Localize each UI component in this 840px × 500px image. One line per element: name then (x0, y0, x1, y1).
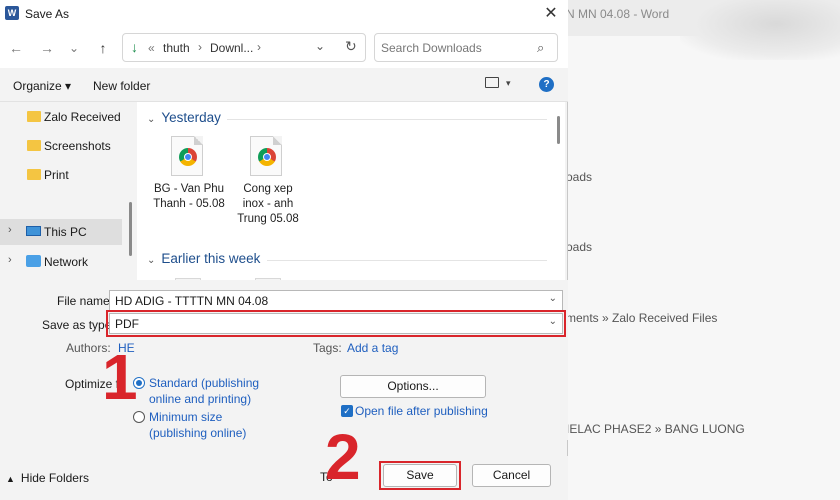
address-bar[interactable]: ↓ « thuth › Downl... › ⌄ ↻ (122, 33, 366, 62)
breadcrumb-chevron-icon[interactable]: › (257, 40, 261, 54)
command-toolbar: Organize ▾ New folder ▾ ? (0, 68, 568, 102)
nav-item-label: Network (44, 255, 89, 269)
recent-location-item[interactable]: IELAC PHASE2 » BANG LUONG (566, 422, 745, 436)
nav-pane-scrollbar[interactable] (129, 202, 132, 256)
refresh-icon[interactable]: ↻ (345, 38, 357, 55)
address-dropdown-icon[interactable]: ⌄ (315, 39, 325, 53)
group-header-label: Yesterday (161, 110, 221, 125)
save-as-type-label: Save as type: (42, 318, 115, 332)
minimum-size-option-label[interactable]: Minimum size (publishing online) (149, 409, 269, 441)
expand-chevron-icon[interactable]: › (8, 224, 12, 236)
nav-item-label: This PC (44, 225, 87, 239)
word-background-decoration (680, 0, 840, 60)
tags-label: Tags: (313, 341, 342, 355)
group-header-earlier-this-week[interactable]: ⌄ Earlier this week (147, 251, 260, 266)
step-2-annotation: 2 (325, 421, 361, 493)
recent-location-item[interactable]: oads (566, 240, 592, 254)
file-name-value[interactable]: HD ADIG - TTTTN MN 04.08 (115, 294, 268, 308)
recent-locations-chevron-icon[interactable]: ⌄ (64, 38, 84, 58)
navigation-bar: ← → ⌄ ↑ ↓ « thuth › Downl... › ⌄ ↻ ⌕ (0, 28, 568, 68)
group-header-yesterday[interactable]: ⌄ Yesterday (147, 110, 221, 125)
navigation-pane: Zalo Received Fil Screenshots Print › Th… (0, 102, 136, 280)
nav-item-print[interactable]: Print (0, 162, 122, 188)
nav-item-screenshots[interactable]: Screenshots (0, 133, 122, 159)
breadcrumb-chevron-icon[interactable]: › (198, 40, 202, 54)
view-dropdown-icon[interactable]: ▾ (506, 78, 511, 89)
word-window-title: N MN 04.08 - Word (566, 7, 670, 21)
nav-item-network[interactable]: › Network (0, 249, 122, 275)
nav-item-this-pc[interactable]: › This PC (0, 219, 122, 245)
tags-input[interactable]: Add a tag (347, 341, 398, 355)
file-pane-scrollbar[interactable] (557, 116, 560, 144)
folder-icon (27, 140, 41, 151)
network-icon (26, 255, 41, 267)
file-list-pane: ⌄ Yesterday BG - Van Phu Thanh - 05.08 Co… (137, 102, 565, 280)
nav-item-label: Zalo Received Fil (44, 110, 122, 124)
open-after-publishing-label[interactable]: Open file after publishing (355, 404, 488, 418)
chevron-down-icon[interactable]: ⌄ (549, 293, 557, 304)
dialog-title: Save As (25, 7, 70, 21)
breadcrumb-item[interactable]: thuth (163, 41, 190, 55)
recent-location-item[interactable]: ments » Zalo Received Files (566, 311, 717, 325)
view-options-icon[interactable] (485, 77, 499, 88)
standard-option-label[interactable]: Standard (publishing online and printing… (149, 375, 269, 407)
up-arrow-icon[interactable]: ↑ (93, 38, 113, 58)
html-document-icon (171, 136, 203, 176)
file-name: Cong xep inox - anh Trung 05.08 (237, 183, 299, 225)
group-header-label: Earlier this week (161, 251, 261, 266)
hide-folders-button[interactable]: ▲ Hide Folders (6, 471, 89, 485)
chrome-icon (258, 148, 276, 166)
close-icon[interactable]: ✕ (540, 3, 562, 25)
search-icon[interactable]: ⌕ (537, 40, 544, 56)
group-divider (227, 119, 547, 120)
collapse-chevron-icon[interactable]: ⌄ (147, 114, 155, 125)
file-name: BG - Van Phu Thanh - 05.08 (153, 183, 225, 210)
back-arrow-icon[interactable]: ← (6, 38, 26, 58)
save-as-dialog: W Save As ✕ ← → ⌄ ↑ ↓ « thuth › Downl...… (0, 0, 568, 500)
expand-chevron-icon[interactable]: › (8, 254, 12, 266)
chrome-icon (179, 148, 197, 166)
new-folder-button[interactable]: New folder (93, 79, 150, 93)
organize-menu-button[interactable]: Organize ▾ (13, 79, 71, 93)
dialog-title-bar: W Save As ✕ (0, 0, 568, 28)
save-as-type-highlight (106, 310, 566, 337)
options-button[interactable]: Options... (340, 375, 486, 398)
open-after-publishing-checkbox[interactable]: ✓ (341, 405, 353, 417)
nav-item-label: Screenshots (44, 139, 111, 153)
nav-item-label: Print (44, 168, 69, 182)
computer-icon (26, 226, 41, 236)
recent-location-item[interactable]: oads (566, 170, 592, 184)
dialog-footer: ▲ Hide Folders To Save Cancel (0, 456, 568, 500)
help-icon[interactable]: ? (539, 77, 554, 92)
breadcrumb-item[interactable]: Downl... (210, 41, 253, 55)
html-document-icon (250, 136, 282, 176)
folder-icon (27, 111, 41, 122)
forward-arrow-icon[interactable]: → (37, 38, 57, 58)
search-input[interactable] (381, 39, 531, 57)
breadcrumb-overflow[interactable]: « (148, 41, 155, 55)
file-name-label: File name: (57, 294, 114, 308)
collapse-chevron-icon[interactable]: ⌄ (147, 255, 155, 266)
step-1-annotation: 1 (102, 341, 138, 413)
word-app-icon: W (5, 6, 19, 20)
hide-folders-label: Hide Folders (20, 471, 89, 485)
folder-icon (27, 169, 41, 180)
file-name-field[interactable]: HD ADIG - TTTTN MN 04.08 ⌄ (109, 290, 563, 311)
search-box: ⌕ (374, 33, 558, 62)
group-divider (267, 260, 547, 261)
nav-item-zalo-received-files[interactable]: Zalo Received Fil (0, 104, 122, 130)
collapse-caret-icon: ▲ (6, 474, 15, 484)
download-icon: ↓ (131, 39, 138, 55)
cancel-button[interactable]: Cancel (472, 464, 551, 487)
save-options-area: File name: HD ADIG - TTTTN MN 04.08 ⌄ Sa… (0, 280, 568, 440)
save-button-highlight (379, 461, 461, 490)
